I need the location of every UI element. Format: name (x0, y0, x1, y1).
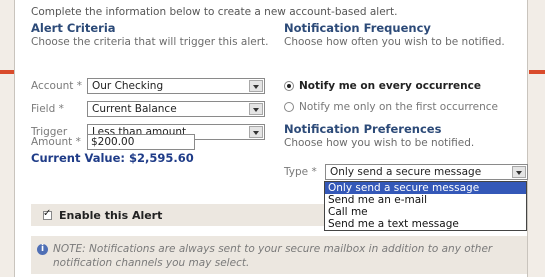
chevron-down-icon[interactable] (512, 166, 526, 178)
required-mark: * (311, 166, 317, 178)
enable-alert-bar: Enable this Alert (31, 204, 331, 226)
chevron-down-icon[interactable] (249, 126, 263, 138)
accent-bar-right (529, 70, 545, 74)
dropdown-option-call[interactable]: Call me (325, 206, 526, 218)
note-text: NOTE: Notifications are always sent to y… (53, 243, 493, 269)
preferences-hint: Choose how you wish to be notified. (284, 137, 475, 149)
frequency-heading: Notification Frequency (284, 21, 431, 35)
chevron-down-icon[interactable] (249, 103, 263, 115)
account-select-value: Our Checking (92, 80, 164, 92)
required-mark: * (58, 103, 64, 115)
required-mark: * (76, 80, 82, 92)
amount-input[interactable]: $200.00 (87, 134, 195, 150)
type-label: Type * (284, 166, 317, 178)
account-label: Account * (31, 80, 82, 92)
enable-alert-checkbox[interactable] (43, 208, 52, 220)
chevron-down-icon[interactable] (249, 80, 263, 92)
amount-label-text: Amount (31, 136, 73, 148)
dropdown-option-email[interactable]: Send me an e-mail (325, 194, 526, 206)
preferences-heading: Notification Preferences (284, 122, 442, 136)
account-label-text: Account (31, 80, 74, 92)
account-select[interactable]: Our Checking (87, 78, 265, 94)
frequency-hint: Choose how often you wish to be notified… (284, 36, 505, 48)
radio-first-label: Notify me only on the first occurrence (299, 101, 498, 113)
info-icon: i (37, 244, 48, 255)
criteria-heading: Alert Criteria (31, 21, 116, 35)
criteria-hint: Choose the criteria that will trigger th… (31, 36, 269, 48)
amount-input-value: $200.00 (91, 136, 135, 148)
type-select[interactable]: Only send a secure message (325, 164, 528, 180)
enable-alert-label[interactable]: Enable this Alert (59, 209, 162, 222)
radio-button[interactable] (284, 102, 294, 112)
field-select-value: Current Balance (92, 103, 177, 115)
amount-label-wrap: Amount * (31, 136, 81, 148)
field-label: Field * (31, 103, 64, 115)
dropdown-option-text-message[interactable]: Send me a text message (325, 218, 526, 230)
intro-text: Complete the information below to create… (31, 6, 398, 18)
required-mark: * (75, 136, 81, 148)
type-select-value: Only send a secure message (330, 166, 482, 178)
current-value: Current Value: $2,595.60 (31, 151, 194, 165)
note-bar: i NOTE: Notifications are always sent to… (31, 236, 527, 274)
field-label-text: Field (31, 103, 56, 115)
field-select[interactable]: Current Balance (87, 101, 265, 117)
radio-every-label: Notify me on every occurrence (299, 80, 481, 92)
radio-first-occurrence[interactable]: Notify me only on the first occurrence (284, 101, 498, 113)
type-label-text: Type (284, 166, 309, 178)
radio-every-occurrence[interactable]: Notify me on every occurrence (284, 80, 481, 92)
dropdown-option-secure-message[interactable]: Only send a secure message (325, 182, 526, 194)
type-dropdown-list[interactable]: Only send a secure message Send me an e-… (324, 181, 527, 231)
radio-button[interactable] (284, 81, 294, 91)
alert-form-panel: Complete the information below to create… (14, 0, 528, 277)
